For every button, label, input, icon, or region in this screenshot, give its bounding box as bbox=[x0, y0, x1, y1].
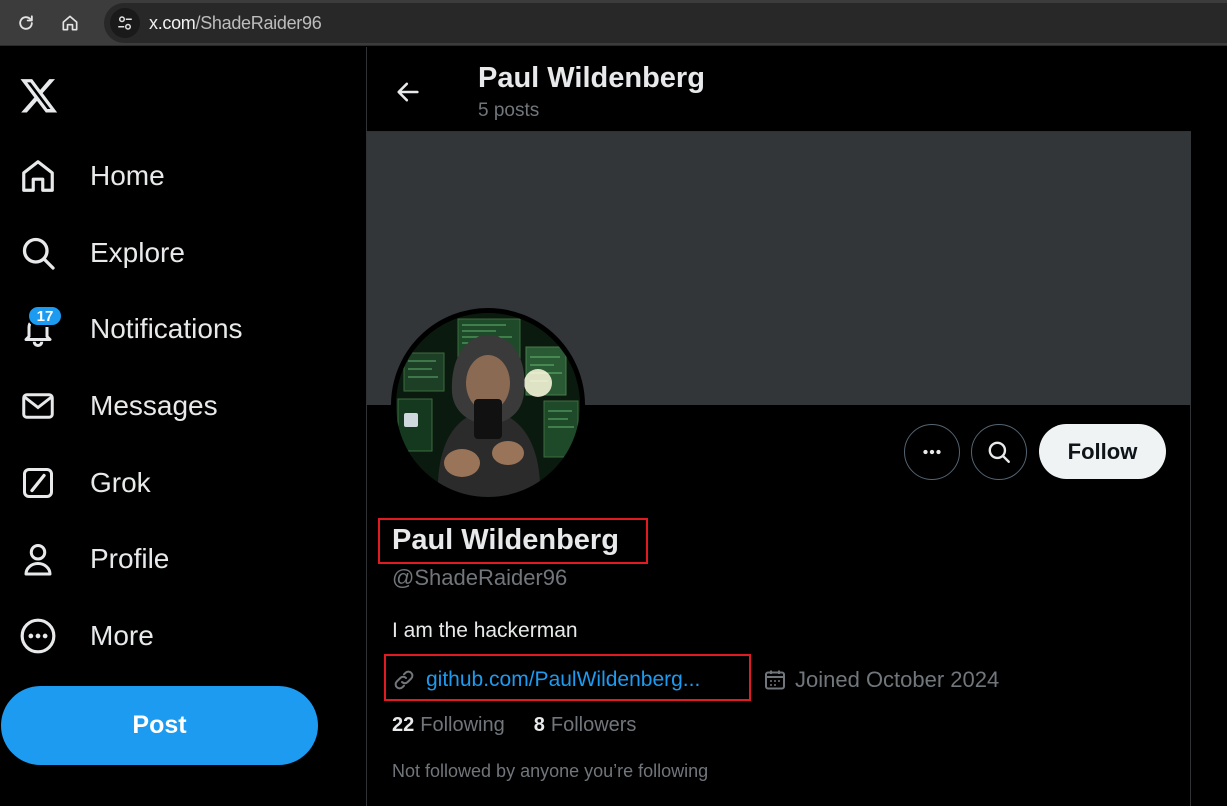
link-highlight-box bbox=[384, 654, 751, 701]
followers-label: Followers bbox=[550, 714, 637, 736]
nav-notifications-label: Notifications bbox=[90, 313, 243, 344]
followers-stat[interactable]: 8 Followers bbox=[534, 714, 637, 737]
home-icon bbox=[18, 156, 58, 196]
profile-joined: Joined October 2024 bbox=[763, 664, 999, 696]
nav-explore[interactable]: Explore bbox=[18, 225, 348, 281]
nav-profile-label: Profile bbox=[90, 543, 170, 574]
reload-icon bbox=[19, 15, 33, 30]
header-title: Paul Wildenberg bbox=[478, 62, 705, 94]
joined-date: Joined October 2024 bbox=[795, 667, 1000, 692]
person-icon bbox=[18, 539, 58, 579]
url-text[interactable]: x.com/ShadeRaider96 bbox=[149, 13, 322, 34]
profile-handle: @ShadeRaider96 bbox=[392, 565, 568, 590]
more-options-button[interactable] bbox=[904, 424, 960, 480]
name-highlight-box bbox=[378, 518, 648, 564]
nav-explore-label: Explore bbox=[90, 237, 185, 268]
search-profile-button[interactable] bbox=[971, 424, 1027, 480]
followers-count: 8 bbox=[533, 714, 545, 736]
search-icon bbox=[18, 233, 58, 273]
profile-bio: I am the hackerman bbox=[392, 619, 578, 642]
grok-icon bbox=[18, 463, 58, 503]
home-icon bbox=[62, 15, 78, 31]
calendar-icon bbox=[763, 668, 787, 692]
following-stat[interactable]: 22 Following bbox=[392, 714, 505, 737]
profile-header-bar: Paul Wildenberg 5 posts bbox=[367, 47, 1191, 132]
browser-home-button[interactable] bbox=[55, 8, 85, 38]
more-horizontal-icon bbox=[923, 449, 941, 455]
arrow-left-icon bbox=[397, 82, 419, 102]
address-bar[interactable]: x.com/ShadeRaider96 bbox=[104, 3, 1227, 43]
nav-grok-label: Grok bbox=[90, 467, 151, 498]
x-logo-icon[interactable] bbox=[18, 75, 62, 115]
nav-more-label: More bbox=[90, 620, 154, 651]
search-icon bbox=[988, 441, 1010, 463]
browser-toolbar: x.com/ShadeRaider96 bbox=[0, 0, 1227, 46]
follow-button[interactable]: Follow bbox=[1039, 424, 1166, 479]
nav-home[interactable]: Home bbox=[18, 148, 348, 204]
profile-main-column: Paul Wildenberg 5 posts Follow Paul Wild… bbox=[366, 47, 1191, 806]
reload-button[interactable] bbox=[11, 8, 41, 38]
nav-home-label: Home bbox=[90, 160, 165, 191]
left-sidebar: Home Explore 17 Notifications Messages G… bbox=[0, 47, 366, 806]
nav-messages[interactable]: Messages bbox=[18, 378, 348, 434]
avatar[interactable] bbox=[391, 308, 585, 502]
site-info-button[interactable] bbox=[110, 8, 140, 38]
not-followed-note: Not followed by anyone you’re following bbox=[392, 761, 709, 781]
follow-stats: 22 Following 8 Followers bbox=[392, 714, 665, 737]
more-circle-icon bbox=[18, 616, 58, 656]
following-count: 22 bbox=[392, 714, 415, 736]
back-button[interactable] bbox=[391, 75, 425, 109]
notification-badge: 17 bbox=[27, 305, 63, 327]
envelope-icon bbox=[18, 386, 58, 426]
tune-icon bbox=[118, 16, 132, 30]
nav-profile[interactable]: Profile bbox=[18, 531, 348, 587]
post-button[interactable]: Post bbox=[1, 686, 318, 765]
bell-icon: 17 bbox=[18, 305, 63, 349]
nav-more[interactable]: More bbox=[18, 608, 348, 664]
nav-grok[interactable]: Grok bbox=[18, 455, 348, 511]
nav-messages-label: Messages bbox=[90, 390, 218, 421]
nav-notifications[interactable]: 17 Notifications bbox=[18, 301, 348, 357]
header-post-count: 5 posts bbox=[478, 100, 540, 121]
following-label: Following bbox=[420, 714, 505, 736]
